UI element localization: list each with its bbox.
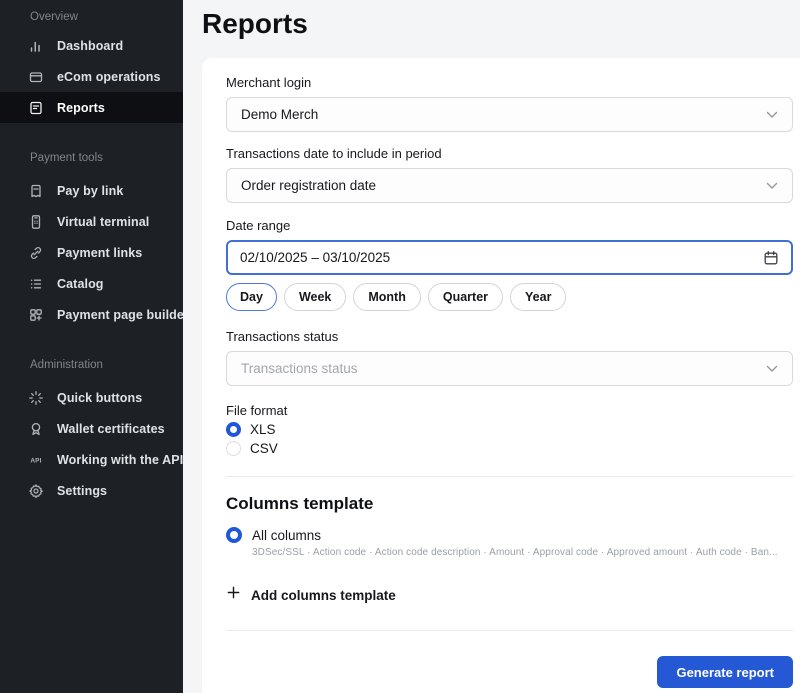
transactions-date-value: Order registration date	[241, 178, 376, 193]
file-format-option-csv[interactable]: CSV	[226, 440, 793, 457]
sidebar-item-catalog[interactable]: Catalog	[0, 268, 183, 299]
period-chips: Day Week Month Quarter Year	[226, 283, 793, 311]
transactions-status-label: Transactions status	[226, 329, 793, 344]
transactions-status-select[interactable]: Transactions status	[226, 351, 793, 386]
columns-option-description: 3DSec/SSL · Action code · Action code de…	[252, 547, 778, 559]
sidebar-item-working-with-api[interactable]: API Working with the API	[0, 444, 183, 475]
file-format-option-xls[interactable]: XLS	[226, 421, 793, 438]
date-range-field	[226, 240, 793, 275]
period-chip-week[interactable]: Week	[284, 283, 346, 311]
date-range-label: Date range	[226, 218, 793, 233]
add-columns-template-button[interactable]: Add columns template	[226, 586, 793, 604]
transactions-status-placeholder: Transactions status	[241, 361, 358, 376]
merchant-login-label: Merchant login	[226, 75, 793, 90]
sidebar-item-label: Reports	[57, 101, 105, 115]
sidebar-item-label: Payment page builder	[57, 308, 189, 322]
sidebar-item-settings[interactable]: Settings	[0, 475, 183, 506]
form-footer: Generate report	[226, 656, 793, 688]
file-format-group: File format XLS CSV	[226, 404, 793, 457]
sidebar-item-ecom-operations[interactable]: eCom operations	[0, 61, 183, 92]
sidebar-item-label: Wallet certificates	[57, 422, 165, 436]
page-title: Reports	[202, 6, 308, 42]
period-chip-year[interactable]: Year	[510, 283, 566, 311]
radio-label: XLS	[250, 422, 276, 437]
payment-links-icon	[28, 245, 44, 261]
radio-checked-icon	[226, 527, 242, 543]
radio-label: CSV	[250, 441, 278, 456]
api-icon: API	[28, 452, 44, 468]
transactions-date-label: Transactions date to include in period	[226, 146, 793, 161]
section-divider	[226, 476, 793, 477]
merchant-login-value: Demo Merch	[241, 107, 318, 122]
report-form-card: Merchant login Demo Merch Transactions d…	[202, 58, 800, 693]
transactions-date-select[interactable]: Order registration date	[226, 168, 793, 203]
svg-text:API: API	[30, 457, 41, 464]
sidebar-item-label: Working with the API	[57, 453, 183, 467]
sidebar-section-overview: Overview	[0, 10, 183, 24]
columns-option-all-columns[interactable]: All columns 3DSec/SSL · Action code · Ac…	[226, 527, 793, 559]
period-chip-month[interactable]: Month	[353, 283, 420, 311]
calendar-icon[interactable]	[763, 250, 779, 266]
main-content: Reports Merchant login Demo Merch Transa…	[183, 0, 800, 693]
sidebar-item-payment-links[interactable]: Payment links	[0, 237, 183, 268]
sidebar-item-label: Pay by link	[57, 184, 123, 198]
quick-buttons-icon	[28, 390, 44, 406]
pay-by-link-icon	[28, 183, 44, 199]
sidebar-item-virtual-terminal[interactable]: Virtual terminal	[0, 206, 183, 237]
virtual-terminal-icon	[28, 214, 44, 230]
add-columns-template-label: Add columns template	[251, 588, 396, 603]
catalog-icon	[28, 276, 44, 292]
merchant-login-group: Merchant login Demo Merch	[226, 75, 793, 132]
sidebar-item-quick-buttons[interactable]: Quick buttons	[0, 382, 183, 413]
settings-icon	[28, 483, 44, 499]
radio-unchecked-icon	[226, 441, 241, 456]
ecom-operations-icon	[28, 69, 44, 85]
sidebar-item-label: Virtual terminal	[57, 215, 149, 229]
section-divider	[226, 630, 793, 631]
sidebar-item-pay-by-link[interactable]: Pay by link	[0, 175, 183, 206]
sidebar-section-payment-tools: Payment tools	[0, 151, 183, 165]
radio-checked-icon	[226, 422, 241, 437]
sidebar-section-administration: Administration	[0, 358, 183, 372]
dashboard-icon	[28, 38, 44, 54]
columns-option-label: All columns	[252, 528, 321, 543]
period-chip-day[interactable]: Day	[226, 283, 277, 311]
sidebar-item-label: Catalog	[57, 277, 104, 291]
sidebar: Overview Dashboard eCom operations Repor…	[0, 0, 183, 693]
transactions-date-group: Transactions date to include in period O…	[226, 146, 793, 203]
sidebar-item-label: Settings	[57, 484, 107, 498]
period-chip-quarter[interactable]: Quarter	[428, 283, 503, 311]
file-format-label: File format	[226, 404, 793, 418]
sidebar-item-dashboard[interactable]: Dashboard	[0, 30, 183, 61]
sidebar-item-label: Dashboard	[57, 39, 123, 53]
reports-icon	[28, 100, 44, 116]
sidebar-item-label: Payment links	[57, 246, 142, 260]
sidebar-item-wallet-certificates[interactable]: Wallet certificates	[0, 413, 183, 444]
wallet-certificates-icon	[28, 421, 44, 437]
transactions-status-group: Transactions status Transactions status	[226, 329, 793, 386]
date-range-input[interactable]	[240, 250, 763, 265]
sidebar-item-label: Quick buttons	[57, 391, 142, 405]
page-builder-icon	[28, 307, 44, 323]
sidebar-item-label: eCom operations	[57, 70, 161, 84]
chevron-down-icon	[766, 107, 778, 122]
chevron-down-icon	[766, 178, 778, 193]
sidebar-item-payment-page-builder[interactable]: Payment page builder	[0, 299, 183, 330]
generate-report-button[interactable]: Generate report	[657, 656, 793, 688]
sidebar-item-reports[interactable]: Reports	[0, 92, 183, 123]
date-range-group: Date range Day Week Month Quarter Year	[226, 218, 793, 311]
columns-template-heading: Columns template	[226, 493, 793, 515]
merchant-login-select[interactable]: Demo Merch	[226, 97, 793, 132]
plus-icon	[226, 585, 241, 605]
chevron-down-icon	[766, 361, 778, 376]
columns-option-text: All columns 3DSec/SSL · Action code · Ac…	[252, 527, 778, 559]
